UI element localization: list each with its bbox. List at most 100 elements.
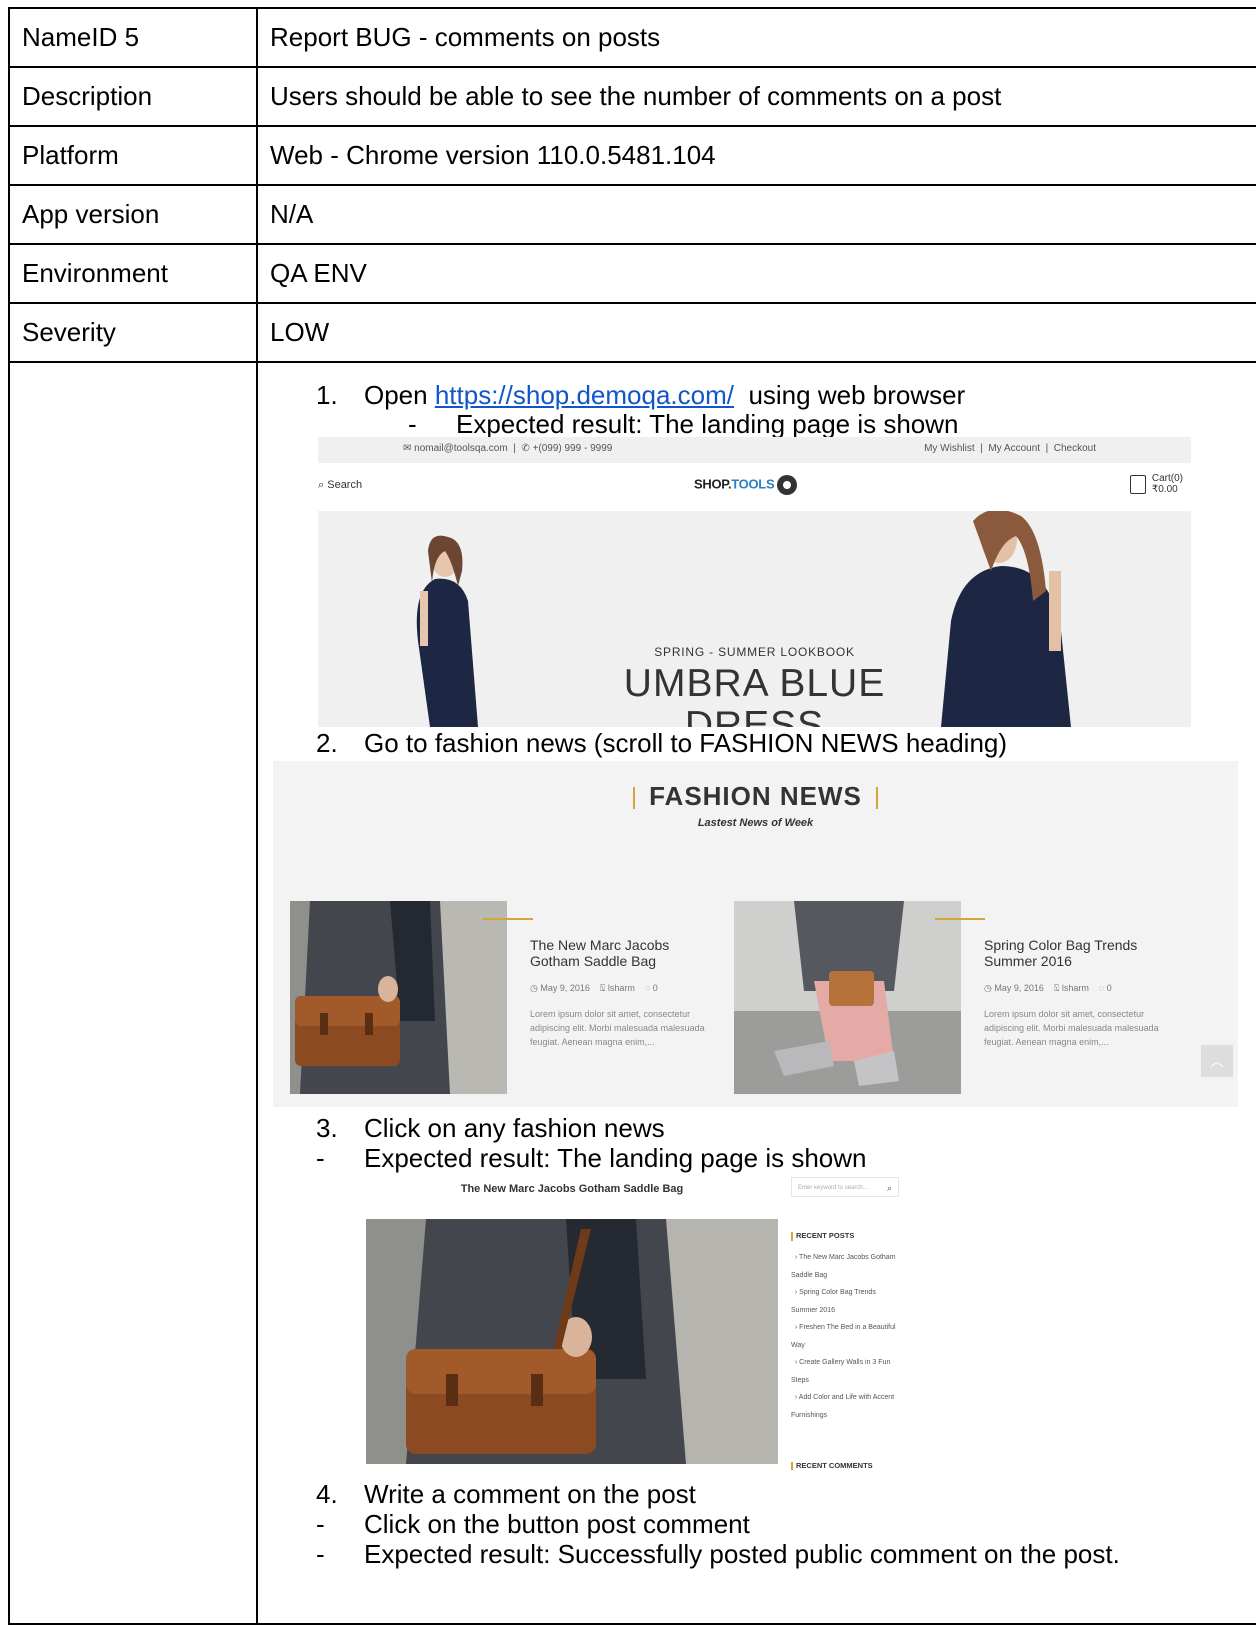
account-links: My Wishlist | My Account | Checkout (924, 443, 1096, 454)
step-3-number: 3. (316, 1113, 338, 1143)
shop-url-link[interactable]: https://shop.demoqa.com/ (435, 380, 734, 410)
post-2-comments: 0 (1106, 983, 1112, 993)
post-1-date: May 9, 2016 (540, 983, 590, 993)
row-platform: Platform Web - Chrome version 110.0.5481… (8, 125, 1256, 186)
fashion-news-subtitle: Lastest News of Week (697, 817, 814, 829)
contact-info: ✉ nomail@toolsqa.com | ✆ +(099) 999 - 99… (403, 443, 613, 454)
gear-icon (777, 475, 798, 495)
post-2-title: Spring Color Bag Trends Summer 2016 (984, 937, 1138, 969)
label-description: Description (8, 66, 258, 127)
phone-text: +(099) 999 - 9999 (532, 443, 613, 454)
post-1-excerpt: Lorem ipsum dolor sit amet, consectetur … (530, 1009, 705, 1047)
back-to-top-button[interactable]: ︿ (1201, 1045, 1233, 1077)
post-sidebar: Enter keyword to search... ⌕ RECENT POSTS… (791, 1175, 914, 1470)
cart-label: Cart(0) (1151, 473, 1183, 484)
label-platform: Platform (8, 125, 258, 186)
site-header: ⌕ Search SHOP.TOOLS Cart(0) ₹0.00 (318, 463, 1191, 511)
screenshot-post-page: The New Marc Jacobs Gotham Saddle Bag En… (366, 1175, 914, 1470)
site-logo: SHOP.TOOLS (694, 475, 798, 495)
post-2-accent (935, 918, 985, 920)
post-1-meta: ◷ May 9, 2016 ⍂ lsharm ◌ 0 (530, 983, 658, 994)
post-2-date: May 9, 2016 (994, 983, 1044, 993)
search-icon: ⌕ (886, 1183, 892, 1193)
step-3-expected: - Expected result: The landing page is sh… (316, 1143, 867, 1173)
step-1-text: Open (364, 380, 435, 410)
step-4-dash-1: - (316, 1509, 325, 1539)
post-title: The New Marc Jacobs Gotham Saddle Bag (460, 1183, 684, 1195)
clock-icon: ◷ (530, 983, 538, 993)
label-nameid: NameID 5 (8, 7, 258, 68)
row-steps: 1. Open https://shop.demoqa.com/ using we… (8, 361, 1256, 1625)
step-3: 3. Click on any fashion news (316, 1113, 665, 1143)
hero-subtitle: SPRING - SUMMER LOOKBOOK (654, 645, 855, 659)
step-4-sub-2: - Expected result: Successfully posted pu… (316, 1539, 1120, 1569)
comment-icon: ◌ (644, 983, 651, 993)
steps-content: 1. Open https://shop.demoqa.com/ using we… (258, 363, 1256, 1623)
clock-icon: ◷ (984, 983, 992, 993)
step-2-text: Go to fashion news (scroll to FASHION NE… (364, 728, 1008, 758)
top-bar: ✉ nomail@toolsqa.com | ✆ +(099) 999 - 99… (318, 437, 1191, 463)
recent-post-2: Spring Color Bag Trends Summer 2016 (791, 1289, 876, 1314)
step-1-expected: - Expected result: The landing page is sh… (408, 409, 959, 439)
step-3-text: Click on any fashion news (364, 1113, 665, 1143)
post-2-author: lsharm (1061, 983, 1089, 993)
post-2-excerpt: Lorem ipsum dolor sit amet, consectetur … (984, 1009, 1159, 1047)
label-severity: Severity (8, 302, 258, 363)
recent-posts-label: RECENT POSTS (796, 1231, 855, 1240)
row-severity: Severity LOW (8, 302, 1256, 363)
label-steps-empty (8, 361, 258, 1625)
step-3-dash: - (316, 1143, 325, 1173)
row-app-version: App version N/A (8, 184, 1256, 245)
row-description: Description Users should be able to see … (8, 66, 1256, 127)
heading-bar-left (633, 787, 636, 810)
step-4-sub-1: - Click on the button post comment (316, 1509, 750, 1539)
value-app-version: N/A (256, 184, 1256, 245)
step-4-number: 4. (316, 1479, 338, 1509)
recent-post-1: The New Marc Jacobs Gotham Saddle Bag (791, 1254, 896, 1279)
step-4-sub-2-text: Expected result: Successfully posted pub… (364, 1539, 1120, 1569)
recent-post-4: Create Gallery Walls in 3 Fun Steps (791, 1359, 891, 1384)
post-1-comments: 0 (652, 983, 658, 993)
hero-banner: SPRING - SUMMER LOOKBOOK UMBRA BLUE DRES… (318, 511, 1191, 727)
row-nameid: NameID 5 Report BUG - comments on posts (8, 7, 1256, 68)
search-link: ⌕ Search (318, 479, 362, 492)
post-1-title: The New Marc Jacobs Gotham Saddle Bag (530, 937, 670, 969)
recent-post-item[interactable]: › Add Color and Life with Accent Furnish… (791, 1389, 903, 1424)
user-icon: ⍂ (1053, 983, 1060, 993)
heading-bar (791, 1231, 793, 1241)
post-1-image (290, 901, 507, 1094)
recent-post-item[interactable]: › Spring Color Bag Trends Summer 2016 (791, 1284, 903, 1319)
value-description: Users should be able to see the number o… (256, 66, 1256, 127)
step-4-sub-1-text: Click on the button post comment (364, 1509, 750, 1539)
cart-total: ₹0.00 (1151, 484, 1178, 495)
sidebar-search-input[interactable]: Enter keyword to search... ⌕ (791, 1177, 899, 1197)
step-4: 4. Write a comment on the post (316, 1479, 696, 1509)
value-nameid: Report BUG - comments on posts (256, 7, 1256, 68)
post-1-author: lsharm (607, 983, 635, 993)
heading-bar-right (875, 787, 878, 810)
step-1: 1. Open https://shop.demoqa.com/ using we… (316, 380, 965, 410)
fashion-news-heading: FASHION NEWS (273, 781, 1238, 812)
post-2-meta: ◷ May 9, 2016 ⍂ lsharm ◌ 0 (984, 983, 1112, 994)
steps-cell: 1. Open https://shop.demoqa.com/ using we… (256, 361, 1256, 1625)
hero-title-line2: DRESS (684, 704, 825, 728)
recent-post-5: Add Color and Life with Accent Furnishin… (791, 1394, 895, 1419)
post-1-accent (483, 918, 533, 920)
step-2-number: 2. (316, 728, 338, 758)
recent-post-item[interactable]: › Freshen The Bed in a Beautiful Way (791, 1319, 903, 1354)
value-environment: QA ENV (256, 243, 1256, 304)
step-1-number: 1. (316, 380, 338, 410)
fashion-news-title: FASHION NEWS (649, 781, 862, 811)
sidebar-search-placeholder: Enter keyword to search... (798, 1185, 868, 1191)
cart: Cart(0) ₹0.00 (1129, 473, 1183, 495)
screenshot-landing-page: ✉ nomail@toolsqa.com | ✆ +(099) 999 - 99… (318, 437, 1191, 727)
step-1-dash: - (408, 409, 417, 439)
heading-bar (791, 1461, 793, 1470)
label-environment: Environment (8, 243, 258, 304)
value-platform: Web - Chrome version 110.0.5481.104 (256, 125, 1256, 186)
recent-comments-label: RECENT COMMENTS (796, 1461, 873, 1470)
logo-shop: SHOP. (694, 476, 732, 492)
recent-post-item[interactable]: › Create Gallery Walls in 3 Fun Steps (791, 1354, 903, 1389)
post-2-image (734, 901, 961, 1094)
recent-post-item[interactable]: › The New Marc Jacobs Gotham Saddle Bag (791, 1249, 903, 1284)
